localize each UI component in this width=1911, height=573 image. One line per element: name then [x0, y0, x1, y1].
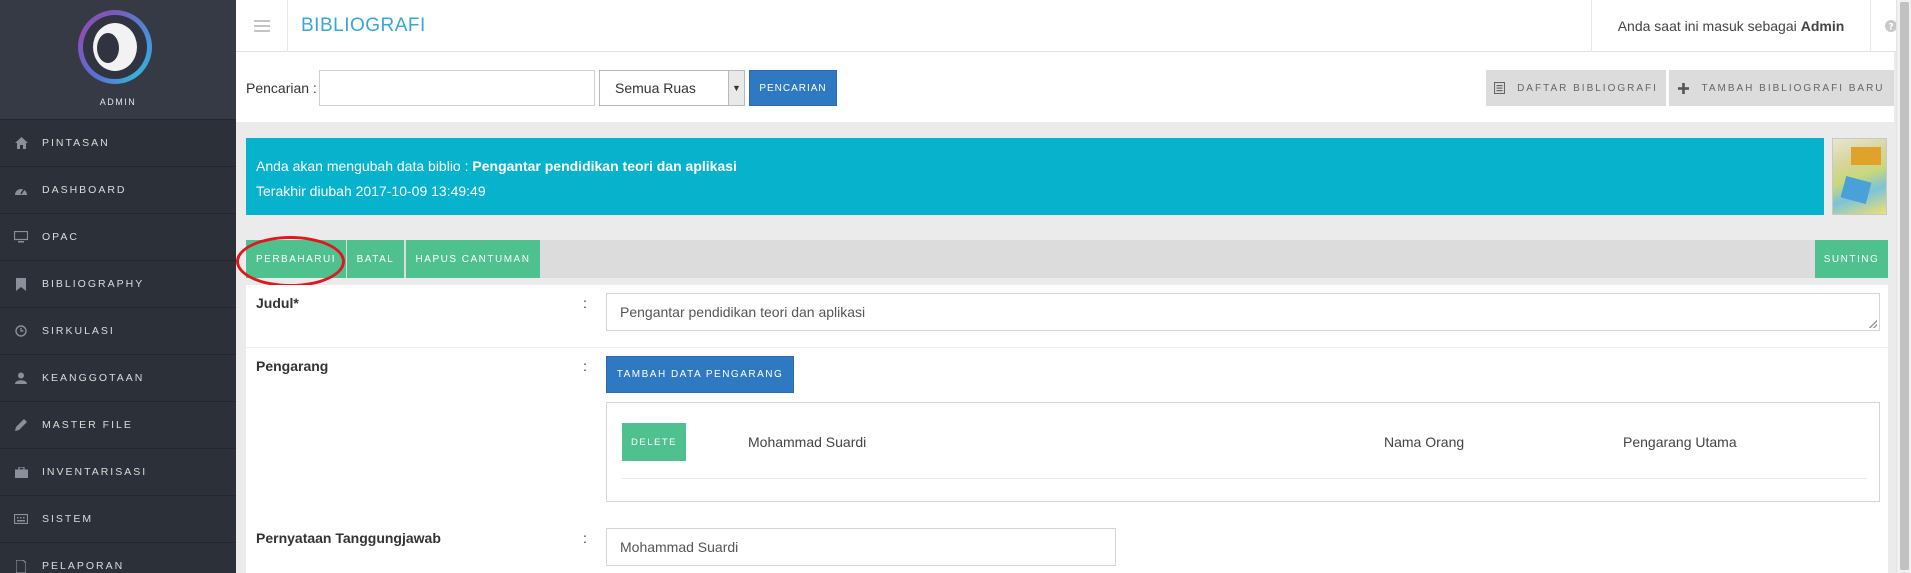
sidebar: ADMIN PINTASAN DASHBOARD OPAC BIBLIOGRAP… [0, 0, 236, 573]
sidebar-item-label: MASTER FILE [42, 419, 133, 431]
bookmark-icon [14, 277, 28, 291]
highlight-annotation [236, 236, 345, 287]
search-bar: Pencarian : Semua Ruas ▼ PENCARIAN DAFTA… [236, 52, 1894, 122]
last-modified: Terakhir diubah 2017-10-09 13:49:49 [256, 183, 486, 199]
sidebar-item-master-file[interactable]: MASTER FILE [0, 402, 236, 449]
delete-record-button[interactable]: HAPUS CANTUMAN [406, 240, 540, 278]
bibliography-list-label: DAFTAR BIBLIOGRAFI [1517, 82, 1658, 94]
clock-icon [14, 324, 28, 338]
responsibility-label: Pernyataan Tanggungjawab [256, 530, 441, 546]
avatar[interactable] [78, 10, 152, 84]
author-role: Pengarang Utama [1623, 434, 1737, 450]
sidebar-item-sirkulasi[interactable]: SIRKULASI [0, 308, 236, 355]
author-label: Pengarang [256, 358, 329, 374]
sidebar-item-sistem[interactable]: SISTEM [0, 496, 236, 543]
form-row-title: Judul* : Pengantar pendidikan teori dan … [246, 285, 1888, 348]
page-scrollbar[interactable] [1896, 0, 1911, 573]
scrollbar-thumb[interactable] [1900, 2, 1909, 570]
menu-toggle-button[interactable] [236, 0, 288, 52]
cancel-button[interactable]: BATAL [347, 240, 404, 278]
title-value: Pengantar pendidikan teori dan aplikasi [620, 304, 866, 320]
author-type: Nama Orang [1384, 434, 1465, 450]
briefcase-icon [14, 465, 28, 479]
sidebar-item-label: INVENTARISASI [42, 466, 148, 478]
sidebar-item-opac[interactable]: OPAC [0, 214, 236, 261]
add-bibliography-label: TAMBAH BIBLIOGRAFI BARU [1701, 82, 1885, 94]
edit-prefix: Anda akan mengubah data biblio : [256, 158, 469, 174]
sidebar-item-dashboard[interactable]: DASHBOARD [0, 167, 236, 214]
sidebar-item-keanggotaan[interactable]: KEANGGOTAAN [0, 355, 236, 402]
action-bar: PERBAHARUI BATAL HAPUS CANTUMAN SUNTING [246, 240, 1888, 278]
bibliography-list-button[interactable]: DAFTAR BIBLIOGRAFI [1486, 70, 1666, 106]
pencil-icon [14, 418, 28, 432]
title-field[interactable]: Pengantar pendidikan teori dan aplikasi [606, 293, 1880, 331]
monitor-icon [14, 230, 28, 244]
title-label: Judul* [256, 295, 299, 311]
sidebar-item-bibliography[interactable]: BIBLIOGRAPHY [0, 261, 236, 308]
responsibility-value: Mohammad Suardi [620, 539, 739, 555]
sidebar-item-label: OPAC [42, 231, 79, 243]
sidebar-item-label: PELAPORAN [42, 560, 125, 572]
bibliography-form: Judul* : Pengantar pendidikan teori dan … [246, 285, 1888, 573]
plus-icon [1678, 82, 1690, 94]
book-cover-image [1832, 138, 1887, 215]
list-item: DELETE Mohammad Suardi Nama Orang Pengar… [622, 423, 1867, 479]
profile-panel: ADMIN [0, 0, 236, 120]
chevron-down-icon: ▼ [728, 71, 744, 105]
search-label: Pencarian : [246, 80, 317, 96]
search-field-value: Semua Ruas [615, 80, 696, 96]
home-icon [14, 136, 28, 150]
user-icon [14, 371, 28, 385]
list-icon [1494, 82, 1506, 94]
sidebar-item-label: BIBLIOGRAPHY [42, 278, 145, 290]
logged-in-user: Anda saat ini masuk sebagai Admin [1591, 0, 1871, 52]
resize-handle-icon[interactable] [1869, 320, 1877, 328]
edit-info-line: Anda akan mengubah data biblio : Pengant… [256, 154, 1814, 179]
edit-button[interactable]: SUNTING [1815, 240, 1888, 278]
sidebar-item-label: SIRKULASI [42, 325, 115, 337]
user-role: ADMIN [99, 97, 137, 107]
responsibility-field[interactable]: Mohammad Suardi [606, 528, 1116, 566]
delete-author-button[interactable]: DELETE [622, 423, 686, 461]
dashboard-icon [14, 183, 28, 197]
colon: : [583, 295, 587, 311]
edit-info-banner: Anda akan mengubah data biblio : Pengant… [246, 138, 1824, 215]
search-field-select[interactable]: Semua Ruas ▼ [599, 70, 745, 106]
user-name: Admin [1800, 18, 1845, 34]
sidebar-item-pintasan[interactable]: PINTASAN [0, 120, 236, 167]
colon: : [583, 358, 587, 374]
add-bibliography-button[interactable]: TAMBAH BIBLIOGRAFI BARU [1669, 70, 1894, 106]
sidebar-item-label: KEANGGOTAAN [42, 372, 145, 384]
file-icon [14, 559, 28, 573]
edit-record-title: Pengantar pendidikan teori dan aplikasi [472, 158, 737, 174]
sidebar-item-label: SISTEM [42, 513, 94, 525]
form-row-responsibility: Pernyataan Tanggungjawab : Mohammad Suar… [246, 520, 1888, 573]
keyboard-icon [14, 512, 28, 526]
author-list: DELETE Mohammad Suardi Nama Orang Pengar… [606, 402, 1880, 502]
add-author-button[interactable]: TAMBAH DATA PENGARANG [606, 356, 794, 393]
user-prefix-text: Anda saat ini masuk sebagai [1617, 18, 1797, 34]
top-header: BIBLIOGRAFI Anda saat ini masuk sebagai … [236, 0, 1911, 52]
page-title: BIBLIOGRAFI [301, 15, 426, 36]
sidebar-item-label: PINTASAN [42, 137, 110, 149]
search-button[interactable]: PENCARIAN [749, 70, 837, 106]
svg-text:?: ? [1888, 23, 1893, 33]
author-name: Mohammad Suardi [748, 434, 867, 450]
sidebar-item-inventarisasi[interactable]: INVENTARISASI [0, 449, 236, 496]
user-silhouette-icon [93, 23, 137, 71]
sidebar-item-pelaporan[interactable]: PELAPORAN [0, 543, 236, 573]
sidebar-item-label: DASHBOARD [42, 184, 127, 196]
hamburger-icon [253, 20, 270, 32]
search-input[interactable] [319, 70, 595, 106]
colon: : [583, 530, 587, 546]
